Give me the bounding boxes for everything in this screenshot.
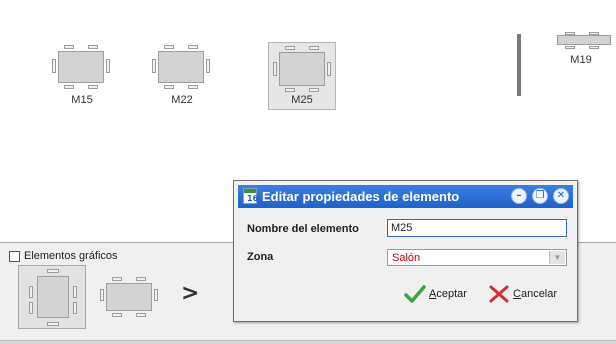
status-strip (0, 340, 616, 344)
chair (64, 85, 74, 89)
chair (309, 88, 319, 92)
chair (112, 313, 122, 317)
table-top (106, 283, 152, 311)
cancel-label: Cancelar (513, 288, 558, 300)
table-top (37, 276, 69, 318)
table-top (58, 51, 104, 83)
chair (106, 59, 110, 73)
zone-label: Zona (247, 251, 274, 263)
chair (64, 45, 74, 49)
minimize-button[interactable]: – (511, 188, 527, 204)
chair (88, 45, 98, 49)
graphic-elements-label: Elementos gráficos (24, 250, 118, 262)
cancel-x-icon (489, 285, 509, 303)
table-label: M19 (570, 54, 592, 66)
dialog-titlebar[interactable]: 16 Editar propiedades de elemento – ❐ ✕ (238, 185, 573, 208)
table-top (279, 52, 325, 86)
chair (154, 289, 158, 301)
accept-label: Aceptar (429, 288, 467, 300)
table-m15[interactable]: M15 (52, 45, 112, 107)
edit-element-dialog: 16 Editar propiedades de elemento – ❐ ✕ … (233, 180, 578, 322)
cancel-button[interactable]: Cancelar (488, 283, 557, 305)
chair (136, 313, 146, 317)
chair (188, 85, 198, 89)
chevron-down-icon[interactable]: ▼ (549, 251, 565, 264)
restore-button[interactable]: ❐ (532, 188, 548, 204)
chair (285, 46, 295, 50)
zone-select-value: Salón (392, 252, 421, 264)
graphic-elements-toggle[interactable]: Elementos gráficos (9, 250, 118, 262)
chair (152, 59, 156, 73)
chair (327, 62, 331, 76)
element-name-input[interactable] (387, 219, 567, 237)
chair (273, 62, 277, 76)
table-label: M22 (171, 94, 193, 106)
zone-select[interactable]: Salón ▼ (387, 249, 567, 266)
table-label: M25 (291, 94, 313, 106)
chair (73, 286, 77, 298)
close-icon: ✕ (556, 190, 566, 201)
chair (29, 286, 33, 298)
accept-button[interactable]: Aceptar (404, 283, 467, 305)
chair (47, 322, 59, 326)
table-m25[interactable]: M25 (268, 42, 336, 110)
chair (136, 277, 146, 281)
chair (88, 85, 98, 89)
restore-icon: ❐ (535, 190, 545, 201)
chair (565, 46, 575, 49)
name-label: Nombre del elemento (247, 223, 359, 235)
calendar-icon: 16 (243, 188, 258, 204)
palette-next-arrow[interactable]: > (181, 281, 199, 306)
chair (309, 46, 319, 50)
chair (285, 88, 295, 92)
checkmark-icon (404, 285, 426, 303)
minimize-icon: – (516, 190, 522, 201)
chair (206, 59, 210, 73)
chair (100, 289, 104, 301)
table-m22[interactable]: M22 (152, 45, 212, 107)
table-top (158, 51, 204, 83)
palette-table-horizontal[interactable] (100, 277, 160, 319)
chair (188, 45, 198, 49)
graphic-elements-checkbox[interactable] (9, 250, 20, 262)
table-top (557, 35, 611, 45)
table-m19[interactable]: M19 (553, 32, 613, 68)
palette-table-vertical[interactable] (18, 265, 86, 329)
table-label: M15 (71, 94, 93, 106)
chair (52, 59, 56, 73)
chair (164, 85, 174, 89)
chair (164, 45, 174, 49)
chair (47, 269, 59, 273)
chair (112, 277, 122, 281)
dialog-title: Editar propiedades de elemento (262, 189, 460, 204)
close-button[interactable]: ✕ (553, 188, 569, 204)
chair (29, 302, 33, 314)
chair (73, 302, 77, 314)
chair (589, 46, 599, 49)
wall-divider (517, 34, 521, 96)
